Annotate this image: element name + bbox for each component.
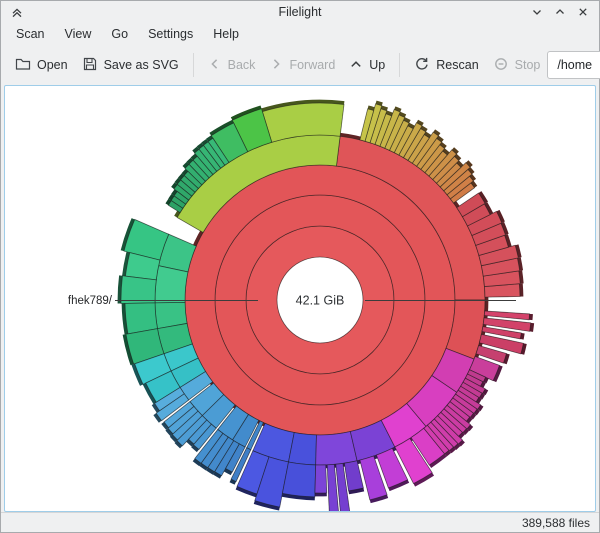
segment[interactable] [154,265,189,304]
segment[interactable] [281,461,317,498]
toolbar: Open Save as SVG Back Forward Up Rescan … [1,45,600,85]
maximize-icon[interactable] [553,5,567,19]
folder-open-icon [15,56,31,75]
stop-icon [493,56,509,75]
back-icon [208,57,222,74]
back-label: Back [227,58,256,72]
stop-label: Stop [514,58,541,72]
rescan-label: Rescan [436,58,479,72]
menu-help[interactable]: Help [203,25,249,43]
save-label: Save as SVG [103,58,179,72]
location-input[interactable] [548,52,600,78]
rescan-button[interactable]: Rescan [407,51,485,80]
map-view: fhek789/42.1 GiB [4,85,596,512]
center-size-label: 42.1 GiB [296,294,345,308]
directory-label[interactable]: fhek789/ [68,295,113,307]
window-title: Filelight [278,4,322,19]
menu-view[interactable]: View [55,25,102,43]
open-button[interactable]: Open [8,51,75,80]
status-files: 389,588 files [521,515,590,530]
disk-usage-sunburst[interactable]: fhek789/42.1 GiB [5,86,595,512]
close-icon[interactable] [576,5,590,19]
open-label: Open [37,58,68,72]
save-icon [82,56,98,75]
up-icon [349,57,363,74]
menu-go[interactable]: Go [101,25,138,43]
stop-button[interactable]: Stop [486,51,548,80]
menu-settings[interactable]: Settings [138,25,203,43]
filelight-window: Filelight Scan View Go Settings Help Ope… [0,0,600,533]
segment[interactable] [315,431,358,466]
segment[interactable] [343,460,364,492]
forward-button[interactable]: Forward [262,52,342,79]
up-button[interactable]: Up [342,52,392,79]
up-label: Up [369,58,386,72]
location-combobox[interactable] [547,51,600,79]
save-as-svg-button[interactable]: Save as SVG [75,51,186,80]
toolbar-separator [399,53,401,77]
back-button[interactable]: Back [201,52,263,79]
forward-label: Forward [289,58,336,72]
menubar: Scan View Go Settings Help [1,22,599,45]
titlebar[interactable]: Filelight [1,1,599,22]
forward-icon [269,57,283,74]
statusbar: 389,588 files [1,512,599,532]
minimize-icon[interactable] [530,5,544,19]
rescan-icon [414,56,430,75]
segment[interactable] [314,464,328,494]
toolbar-separator [192,53,194,77]
menu-scan[interactable]: Scan [6,25,55,43]
segment[interactable] [120,275,157,304]
